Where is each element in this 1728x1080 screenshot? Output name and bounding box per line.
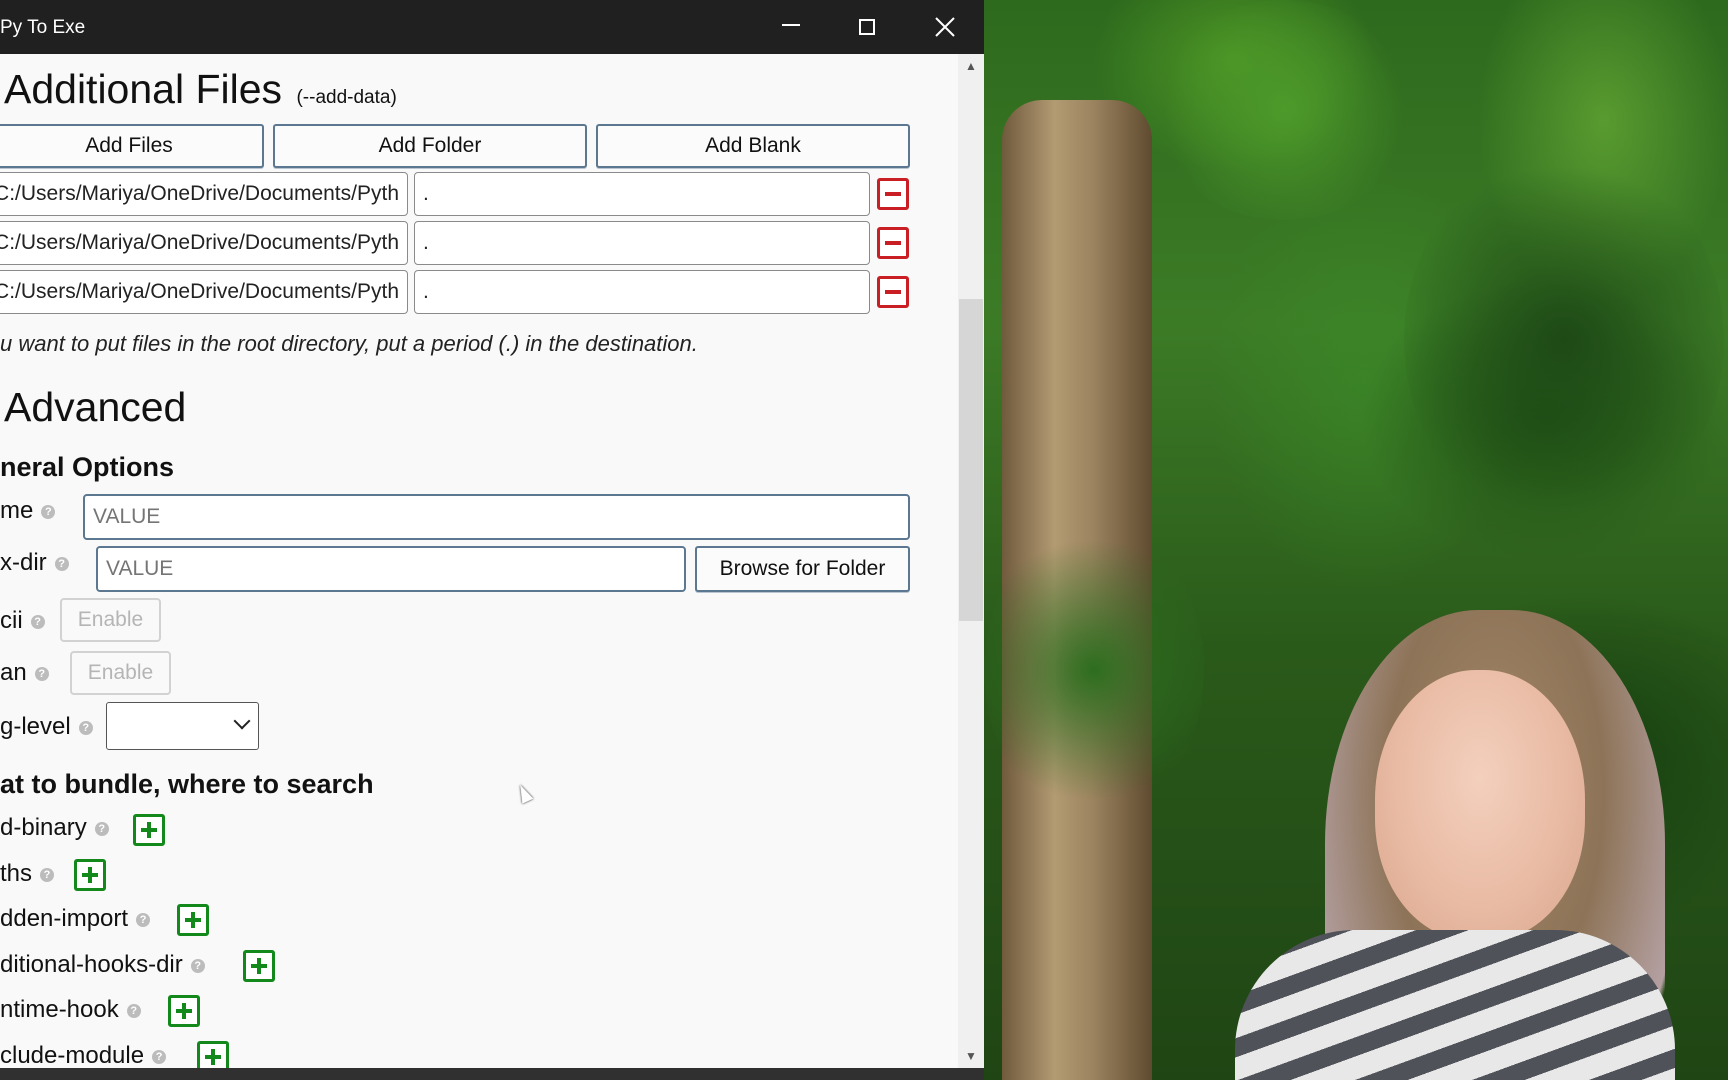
ascii-option-label: cii?: [0, 607, 45, 635]
option-label-text: d-binary: [0, 814, 87, 841]
help-icon[interactable]: ?: [41, 504, 56, 519]
exclude-module-plus-icon[interactable]: [197, 1041, 229, 1068]
add-folder-button[interactable]: Add Folder: [273, 124, 587, 168]
minimize-button[interactable]: [753, 0, 829, 54]
option-label-text: cii: [0, 607, 23, 634]
browse-for-folder-button[interactable]: Browse for Folder: [695, 546, 910, 592]
destination-input[interactable]: .: [414, 270, 870, 314]
destination-input[interactable]: .: [414, 221, 870, 265]
destination-hint: u want to put files in the root director…: [0, 331, 698, 356]
help-icon[interactable]: ?: [126, 1003, 141, 1018]
webcam-overlay: [1175, 600, 1728, 1080]
add-binary-option: d-binary?: [0, 814, 109, 842]
help-icon[interactable]: ?: [30, 614, 45, 629]
leaf-cluster: [984, 520, 1204, 820]
clean-option-label: an?: [0, 659, 49, 687]
additional-hooks-dir-option: ditional-hooks-dir?: [0, 951, 205, 979]
help-icon[interactable]: ?: [152, 1049, 167, 1064]
general-options-title: neral Options: [0, 452, 175, 482]
paths-plus-icon[interactable]: [74, 859, 106, 891]
leaf-cluster: [1154, 0, 1414, 220]
scrollbar-thumb[interactable]: [959, 299, 983, 621]
leaf-cluster: [1404, 150, 1724, 530]
help-icon[interactable]: ?: [190, 958, 205, 973]
window-title: Py To Exe: [0, 17, 86, 38]
option-label-text: g-level: [0, 713, 71, 740]
upx-dir-input[interactable]: [96, 546, 686, 592]
remove-row-icon[interactable]: [877, 276, 909, 308]
close-button[interactable]: [907, 0, 983, 54]
hidden-import-option: dden-import?: [0, 905, 151, 933]
destination-input[interactable]: .: [414, 172, 870, 216]
ascii-enable-button[interactable]: Enable: [60, 598, 161, 642]
minimize-icon: [782, 24, 800, 26]
flag-label: (--add-data): [296, 87, 397, 108]
remove-row-icon[interactable]: [877, 227, 909, 259]
chevron-down-icon: [233, 712, 251, 730]
upx-dir-option-label: x-dir?: [0, 549, 69, 577]
window-bottom-edge: [0, 1068, 984, 1080]
additional-files-header: Additional Files (--add-data): [4, 66, 397, 113]
help-icon[interactable]: ?: [54, 556, 69, 571]
person-shirt: [1235, 930, 1675, 1080]
add-blank-button[interactable]: Add Blank: [596, 124, 910, 168]
option-label-text: ntime-hook: [0, 996, 119, 1023]
runtime-hook-plus-icon[interactable]: [168, 995, 200, 1027]
scroll-content: Additional Files (--add-data) Add Files …: [0, 54, 958, 1068]
option-label-text: ths: [0, 860, 33, 887]
help-icon[interactable]: ?: [78, 720, 93, 735]
name-input[interactable]: [83, 494, 910, 540]
help-icon[interactable]: ?: [94, 821, 109, 836]
app-window: Py To Exe Additional Files (--add-data) …: [0, 0, 984, 1080]
clean-enable-button[interactable]: Enable: [70, 651, 171, 695]
option-label-text: an: [0, 659, 27, 686]
source-path-input[interactable]: C:/Users/Mariya/OneDrive/Documents/Pyth: [0, 172, 408, 216]
bundle-section-title: at to bundle, where to search: [0, 769, 374, 799]
remove-row-icon[interactable]: [877, 178, 909, 210]
maximize-icon: [859, 19, 875, 35]
runtime-hook-option: ntime-hook?: [0, 996, 141, 1024]
option-label-text: ditional-hooks-dir: [0, 951, 183, 978]
source-path-input[interactable]: C:/Users/Mariya/OneDrive/Documents/Pyth: [0, 270, 408, 314]
source-path-input[interactable]: C:/Users/Mariya/OneDrive/Documents/Pyth: [0, 221, 408, 265]
paths-option: ths?: [0, 860, 55, 888]
log-level-select[interactable]: [106, 702, 259, 750]
scroll-up-icon[interactable]: ▲: [958, 56, 984, 76]
exclude-module-option: clude-module?: [0, 1042, 167, 1068]
advanced-title: Advanced: [4, 384, 187, 430]
add-binary-plus-icon[interactable]: [133, 814, 165, 846]
section-title: Additional Files: [4, 66, 283, 112]
help-icon[interactable]: ?: [40, 867, 55, 882]
option-label-text: x-dir: [0, 549, 47, 576]
option-label-text: dden-import: [0, 905, 129, 932]
name-option-label: me?: [0, 497, 56, 525]
log-level-option-label: g-level?: [0, 713, 93, 741]
vertical-scrollbar[interactable]: ▲ ▼: [958, 54, 984, 1068]
help-icon[interactable]: ?: [136, 912, 151, 927]
title-bar: Py To Exe: [0, 0, 984, 54]
scroll-down-icon[interactable]: ▼: [958, 1046, 984, 1066]
additional-hooks-dir-plus-icon[interactable]: [243, 950, 275, 982]
maximize-button[interactable]: [829, 0, 905, 54]
help-icon[interactable]: ?: [34, 666, 49, 681]
mouse-cursor-icon: [514, 782, 534, 804]
option-label-text: me: [0, 497, 34, 524]
hidden-import-plus-icon[interactable]: [177, 904, 209, 936]
add-files-button[interactable]: Add Files: [0, 124, 264, 168]
option-label-text: clude-module: [0, 1042, 145, 1068]
close-icon: [935, 17, 955, 37]
person-face: [1375, 670, 1585, 940]
